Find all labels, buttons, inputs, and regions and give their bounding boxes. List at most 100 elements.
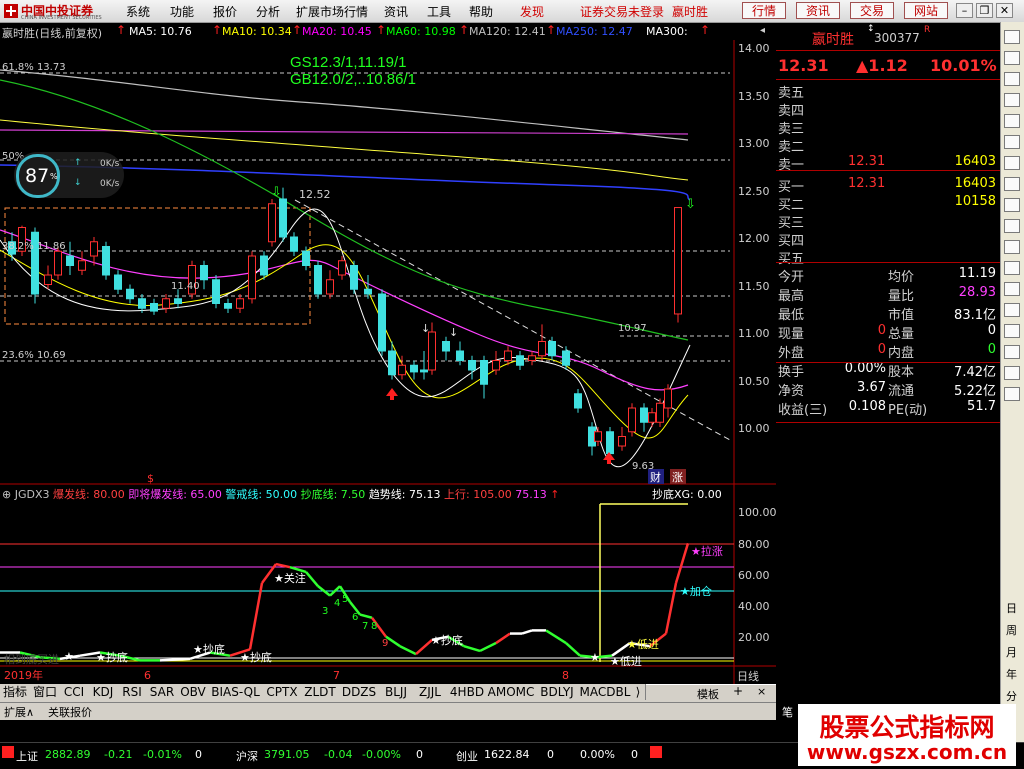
kline-chart[interactable]: ⇩ ⇩ ↓ ↓ GS12.3/1,11.19/1 GB12.0/2,..10.8… [0,40,776,685]
orderbook-cell: 买三 [778,216,805,231]
quote-button[interactable]: 行情 [742,2,786,19]
line-tool-icon[interactable] [1004,282,1020,296]
tab-14[interactable]: AMOMC [487,684,536,700]
upload-icon: ↑ [74,158,82,168]
period-tool-icon[interactable]: 日 [1006,600,1017,616]
bar-tool-icon[interactable] [1004,135,1020,149]
website-button[interactable]: 网站 [904,2,948,19]
f10-tool-icon[interactable] [1004,240,1020,254]
indicator-axis-label: 20.00 [738,631,770,644]
square-tool-icon[interactable] [1004,345,1020,359]
template-button[interactable]: 模板 [697,686,719,702]
stat-cell: 3.67 [857,380,886,395]
hs-label[interactable]: 沪深 [236,748,258,764]
tab-10[interactable]: DDZS [339,684,380,700]
bottom-line-value: 抄底线: 7.50 [300,488,366,501]
tab-12[interactable]: ZJJL [413,684,448,700]
tab-0[interactable]: 指标 [0,684,31,700]
finance-badge-label: 财 [650,470,661,484]
tab-15[interactable]: BDLYJ [535,684,580,700]
period-tool-icon[interactable]: 年 [1006,666,1017,682]
expand-icon[interactable]: ◂ [760,25,765,36]
expand-tab[interactable]: 扩展∧ [4,704,34,720]
related-quote-tab[interactable]: 关联报价 [48,704,92,720]
ma20-label: MA20: 10.45 [302,25,372,38]
indicator-reference-lines [0,503,734,662]
grid-tool-icon[interactable] [1004,261,1020,275]
fib-236-label: 23.6% 10.69 [2,350,66,361]
move-tool-icon[interactable] [1004,366,1020,380]
menu-function[interactable]: 功能 [170,3,194,20]
tab-13[interactable]: 4HBD [447,684,488,700]
chart-tool-icon[interactable] [1004,51,1020,65]
period-tool-icon[interactable]: 周 [1006,622,1017,638]
up-arrow-icon: ↑ [212,23,223,37]
trade-button[interactable]: 交易 [850,2,894,19]
menu-analysis[interactable]: 分析 [256,3,280,20]
indicator-segment [305,571,319,587]
menu-info[interactable]: 资讯 [384,3,408,20]
ma250-label: MA250: 12.47 [556,25,633,38]
menu-tools[interactable]: 工具 [427,3,451,20]
orderbook-cell: 16403 [954,176,996,191]
indicator-segment [545,629,567,645]
menu-extended-market[interactable]: 扩展市场行情 [296,3,368,20]
stat-cell: 现量 [778,327,805,342]
stat-cell: 股本 [888,365,915,380]
list-tool-icon[interactable] [1004,93,1020,107]
eye-tool-icon[interactable] [1004,177,1020,191]
up-arrow-icon: ↑ [459,23,470,37]
tab-8[interactable]: CPTX [263,684,302,700]
indicator-tool-icon[interactable] [1004,114,1020,128]
period-tool-icon[interactable]: 分 [1006,688,1017,704]
indicator-axis-label: 40.00 [738,600,770,613]
buy-arrow-icon [386,388,398,400]
dotted-tool-icon[interactable] [1004,303,1020,317]
indicator-expand-icon[interactable]: ⊕ [2,488,11,501]
menu-system[interactable]: 系统 [126,3,150,20]
rsi-tool-icon[interactable] [1004,324,1020,338]
close-icon[interactable]: ✕ [996,3,1013,18]
compare-tool-icon[interactable] [1004,72,1020,86]
tab-4[interactable]: RSI [118,684,147,700]
tab-16[interactable]: MACDBL [579,684,632,700]
low-entry-label-1: ★低进 [627,638,659,651]
tab-9[interactable]: ZLDT [301,684,340,700]
tab-6[interactable]: OBV [178,684,209,700]
network-speed-widget[interactable]: 87 % ↑ 0K/s ↓ 0K/s [14,152,124,198]
price-axis-label: 12.50 [738,185,770,198]
menu-discover[interactable]: 发现 [520,3,544,20]
price-1140-label: 11.40 [171,281,200,292]
indicator-name[interactable]: JGDX3 [15,488,50,501]
candle-body [492,360,500,371]
add-tab-icon[interactable]: + [733,684,743,698]
tab-5[interactable]: SAR [146,684,179,700]
menu-quote[interactable]: 报价 [213,3,237,20]
close-tab-icon[interactable]: × [757,685,766,698]
candle-body [162,298,170,309]
chart2-tool-icon[interactable] [1004,156,1020,170]
menu-help[interactable]: 帮助 [469,3,493,20]
sh-label[interactable]: 上证 [16,748,38,764]
tab-7[interactable]: BIAS-QL [208,684,264,700]
candle-body [260,255,268,276]
tab-11[interactable]: BLJJ [379,684,414,700]
cy-label[interactable]: 创业 [456,748,478,764]
restore-icon[interactable]: ❐ [976,3,993,18]
candle-body [594,431,602,442]
tab-3[interactable]: KDJ [88,684,119,700]
minimize-icon[interactable]: – [956,3,973,18]
info-button[interactable]: 资讯 [796,2,840,19]
plus-tool-icon[interactable] [1004,219,1020,233]
watch-label: ★关注 [274,571,306,585]
candle-body [200,265,208,281]
tab-scroll-icon[interactable]: ⟩ [631,684,646,700]
sort-tool-icon[interactable] [1004,198,1020,212]
info-tool-icon[interactable] [1004,30,1020,44]
period-tool-icon[interactable]: 月 [1006,644,1017,660]
svg-text:9: 9 [382,638,388,649]
tab-1[interactable]: 窗口 [30,684,61,700]
period-label[interactable]: 日线 [737,669,759,683]
tab-2[interactable]: CCI [60,684,89,700]
cross-tool-icon[interactable] [1004,387,1020,401]
